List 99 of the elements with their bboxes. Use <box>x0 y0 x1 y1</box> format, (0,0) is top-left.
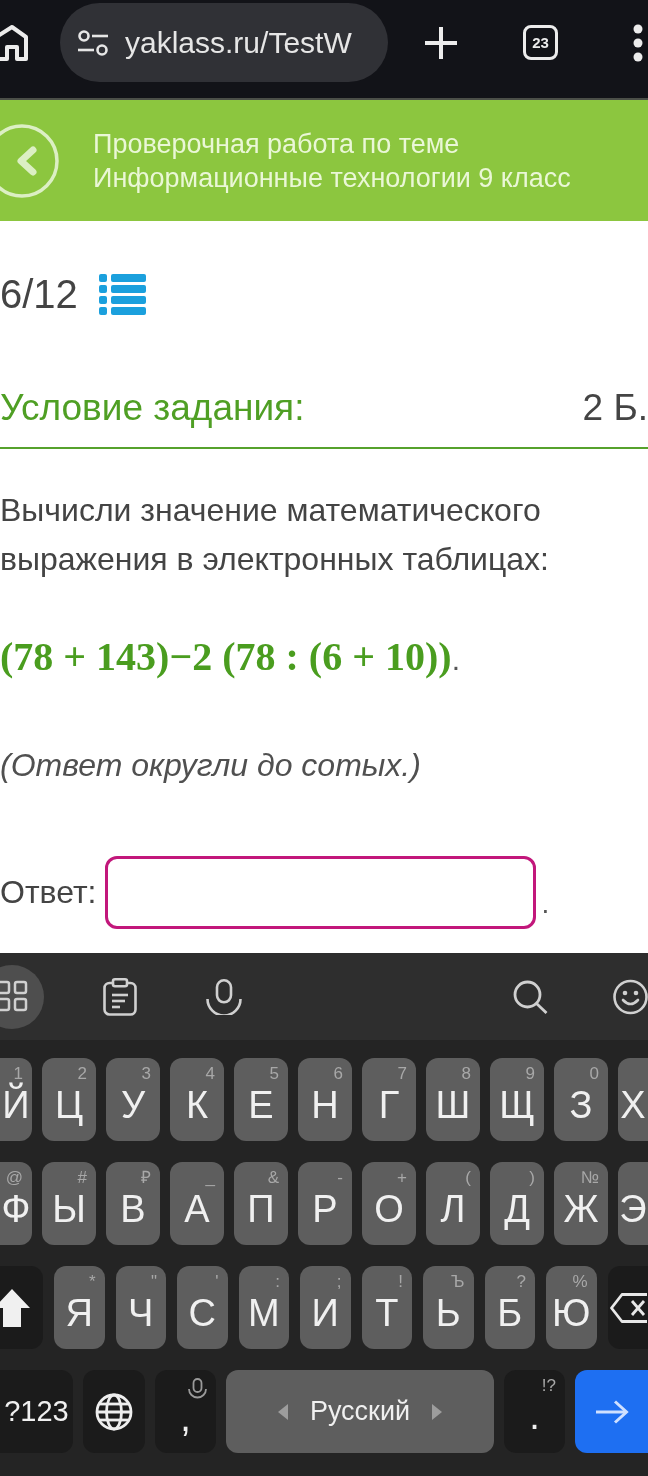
letter-key[interactable]: Э <box>618 1162 648 1245</box>
key-hint: _ <box>205 1168 215 1188</box>
key-hint: 7 <box>397 1064 407 1084</box>
period-key[interactable]: !? . <box>504 1370 565 1453</box>
key-hint: ! <box>398 1272 403 1292</box>
shift-key[interactable] <box>0 1266 43 1349</box>
key-hint: 3 <box>141 1064 151 1084</box>
url-text: yaklass.ru/TestW <box>125 25 352 60</box>
math-expression: (78 + 143)−2 (78 : (6 + 10)). <box>0 633 461 681</box>
answer-label: Ответ: <box>0 874 97 911</box>
key-hint: № <box>580 1168 599 1188</box>
letter-key[interactable]: 3 У <box>106 1058 160 1141</box>
letter-key[interactable]: Ъ Ь <box>423 1266 474 1349</box>
key-hint: ? <box>516 1272 526 1292</box>
tune-icon[interactable] <box>78 29 108 56</box>
shift-icon <box>0 1287 30 1328</box>
trailing-period: . <box>541 887 550 920</box>
arrow-right-icon <box>594 1399 629 1424</box>
key-hint: & <box>267 1168 279 1188</box>
letter-key[interactable]: # Ы <box>42 1162 96 1245</box>
backspace-icon <box>609 1292 647 1323</box>
key-hint: 4 <box>205 1064 215 1084</box>
key-hint: * <box>88 1272 96 1292</box>
letter-key[interactable]: _ А <box>170 1162 224 1245</box>
caret-left-icon <box>277 1403 288 1420</box>
letter-key[interactable]: ! Т <box>361 1266 412 1349</box>
plus-icon[interactable] <box>424 25 458 60</box>
caret-right-icon <box>432 1403 443 1420</box>
letter-key[interactable]: * Я <box>54 1266 105 1349</box>
letter-key[interactable]: ' С <box>177 1266 228 1349</box>
task-text: Вычисли значение математического выражения в электронных таблицах: <box>0 491 550 579</box>
smiley-icon[interactable] <box>613 978 648 1015</box>
comma-key[interactable]: , <box>155 1370 216 1453</box>
menu-icon[interactable] <box>632 23 644 62</box>
letter-key[interactable]: @ Ф <box>0 1162 32 1245</box>
microphone-icon[interactable] <box>206 978 242 1015</box>
backspace-key[interactable] <box>607 1266 648 1349</box>
key-hint: ( <box>465 1168 471 1188</box>
question-counter: 6/12 <box>0 271 78 317</box>
home-icon[interactable] <box>0 24 28 61</box>
apps-grid-icon[interactable] <box>0 964 44 1029</box>
key-hint: 9 <box>525 1064 535 1084</box>
symbols-key[interactable]: ?123 <box>0 1370 73 1453</box>
letter-key[interactable]: : М <box>238 1266 289 1349</box>
clipboard-icon[interactable] <box>103 977 137 1016</box>
key-hint: : <box>275 1272 280 1292</box>
letter-key[interactable]: ) Д <box>490 1162 544 1245</box>
address-bar[interactable]: yaklass.ru/TestW <box>60 3 388 82</box>
letter-key[interactable]: ? Б <box>484 1266 535 1349</box>
key-hint: % <box>572 1272 588 1292</box>
microphone-icon <box>188 1378 207 1400</box>
key-hint: ' <box>215 1272 219 1292</box>
key-hint: ₽ <box>141 1168 151 1188</box>
letter-key[interactable]: + О <box>362 1162 416 1245</box>
letter-key[interactable]: " Ч <box>115 1266 166 1349</box>
letter-key[interactable]: 9 Щ <box>490 1058 544 1141</box>
list-icon[interactable] <box>98 273 146 315</box>
key-hint: Ъ <box>451 1272 465 1292</box>
letter-key[interactable]: 5 Е <box>234 1058 288 1141</box>
letter-key[interactable]: ; И <box>300 1266 351 1349</box>
letter-key[interactable]: 4 К <box>170 1058 224 1141</box>
key-hint: 2 <box>77 1064 87 1084</box>
key-hint: ) <box>529 1168 535 1188</box>
letter-key[interactable]: 0 З <box>554 1058 608 1141</box>
key-hint: - <box>337 1168 343 1188</box>
search-icon[interactable] <box>513 979 548 1014</box>
answer-field[interactable] <box>105 856 537 929</box>
letter-key[interactable]: 8 Ш <box>426 1058 480 1141</box>
letter-key[interactable]: 2 Ц <box>42 1058 96 1141</box>
letter-key[interactable]: & П <box>234 1162 288 1245</box>
key-hint: !? <box>541 1376 556 1396</box>
rounding-note: (Ответ округли до сотых.) <box>0 746 422 785</box>
letter-key[interactable]: 6 Н <box>298 1058 352 1141</box>
key-hint: 6 <box>333 1064 343 1084</box>
key-hint: 1 <box>13 1064 23 1083</box>
enter-key[interactable] <box>575 1370 648 1453</box>
points-text: 2 Б. <box>582 387 648 429</box>
key-hint: 8 <box>461 1064 471 1084</box>
letter-key[interactable]: 1 Й <box>0 1058 32 1141</box>
letter-key[interactable]: ( Л <box>426 1162 480 1245</box>
letter-key[interactable]: - Р <box>298 1162 352 1245</box>
key-hint: # <box>77 1168 87 1188</box>
section-heading: Условие задания: <box>0 387 305 429</box>
key-hint: 0 <box>589 1064 599 1084</box>
key-hint: + <box>397 1168 407 1188</box>
letter-key[interactable]: % Ю <box>546 1266 597 1349</box>
space-key[interactable]: Русский <box>226 1370 494 1453</box>
globe-icon <box>95 1392 133 1431</box>
key-hint: @ <box>5 1168 23 1188</box>
tab-switcher-button[interactable]: 23 <box>523 25 558 60</box>
letter-key[interactable]: № Ж <box>554 1162 608 1245</box>
letter-key[interactable]: Х <box>618 1058 648 1141</box>
language-key[interactable] <box>83 1370 145 1453</box>
topic-title: Проверочная работа по теме Информационные технологии 9 класс <box>93 127 572 195</box>
letter-key[interactable]: ₽ В <box>106 1162 160 1245</box>
letter-key[interactable]: 7 Г <box>362 1058 416 1141</box>
key-hint: 5 <box>269 1064 279 1084</box>
key-hint: ; <box>336 1272 342 1292</box>
key-hint: " <box>150 1272 157 1292</box>
